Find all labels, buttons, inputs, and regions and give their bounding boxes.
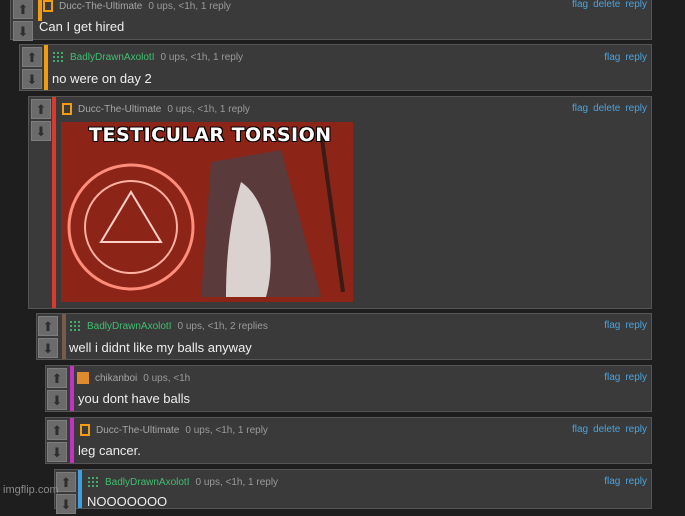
downvote-icon[interactable]: ⬇ [47, 442, 67, 462]
reply-link[interactable]: reply [625, 424, 647, 435]
delete-link[interactable]: delete [593, 0, 620, 10]
username[interactable]: Ducc-The-Ultimate [96, 425, 179, 436]
avatar-icon [80, 424, 90, 436]
comment-meta: 0 ups, <1h, 1 reply [160, 51, 244, 63]
username[interactable]: BadlyDrawnAxolotI [105, 477, 189, 488]
thread-bar [52, 97, 56, 308]
thread-bar [70, 418, 74, 463]
username[interactable]: BadlyDrawnAxolotI [87, 321, 171, 332]
comment-4: ⬆ ⬇ BadlyDrawnAxolotI 0 ups, <1h, 2 repl… [36, 313, 652, 360]
downvote-icon[interactable]: ⬇ [31, 121, 51, 141]
pixel-avatar-icon [77, 372, 89, 384]
flag-link[interactable]: flag [572, 103, 588, 114]
reply-link[interactable]: reply [625, 320, 647, 331]
reply-link[interactable]: reply [625, 476, 647, 487]
flag-link[interactable]: flag [572, 0, 588, 10]
comment-text: no were on day 2 [52, 71, 152, 86]
reply-link[interactable]: reply [625, 52, 647, 63]
upvote-icon[interactable]: ⬆ [13, 0, 33, 19]
thread-bar [44, 45, 48, 90]
flag-link[interactable]: flag [604, 320, 620, 331]
upvote-icon[interactable]: ⬆ [56, 472, 76, 492]
comment-text: Can I get hired [39, 19, 125, 34]
comment-meta: 0 ups, <1h, 1 reply [195, 476, 279, 488]
imgflip-watermark: imgflip.com [3, 484, 59, 496]
comment-meta: 0 ups, <1h, 1 reply [185, 424, 268, 436]
comment-text: NOOOOOOO [87, 494, 168, 509]
comment-3: ⬆ ⬇ Ducc-The-Ultimate 0 ups, <1h, 1 repl… [28, 96, 652, 309]
comment-6: ⬆ ⬇ Ducc-The-Ultimate 0 ups, <1h, 1 repl… [45, 417, 652, 464]
flag-link[interactable]: flag [572, 424, 588, 435]
thread-bar [78, 470, 82, 508]
upvote-icon[interactable]: ⬆ [38, 316, 58, 336]
thread-bar [62, 314, 66, 359]
avatar-icon [43, 0, 53, 12]
comment-2: ⬆ ⬇ BadlyDrawnAxolotI 0 ups, <1h, 1 repl… [19, 44, 652, 91]
delete-link[interactable]: delete [593, 103, 620, 114]
reply-link[interactable]: reply [625, 372, 647, 383]
username[interactable]: BadlyDrawnAxolotI [70, 52, 154, 63]
downvote-icon[interactable]: ⬇ [13, 21, 33, 41]
comment-text: leg cancer. [78, 443, 141, 458]
downvote-icon[interactable]: ⬇ [38, 338, 58, 358]
thread-bar [38, 0, 42, 21]
upvote-icon[interactable]: ⬆ [47, 368, 67, 388]
downvote-icon[interactable]: ⬇ [22, 69, 42, 89]
wizard-meme-art [61, 122, 353, 302]
meme-caption: TESTICULAR TORSION [89, 124, 332, 146]
flag-link[interactable]: flag [604, 372, 620, 383]
reply-link[interactable]: reply [625, 103, 647, 114]
axolotl-avatar-icon [87, 476, 99, 488]
thread-bar [70, 366, 74, 411]
downvote-icon[interactable]: ⬇ [56, 494, 76, 514]
comment-7: ⬆ ⬇ BadlyDrawnAxolotI 0 ups, <1h, 1 repl… [54, 469, 652, 514]
meme-image[interactable]: TESTICULAR TORSION [61, 122, 353, 302]
flag-link[interactable]: flag [604, 476, 620, 487]
flag-link[interactable]: flag [604, 52, 620, 63]
downvote-icon[interactable]: ⬇ [47, 390, 67, 410]
upvote-icon[interactable]: ⬆ [31, 99, 51, 119]
comment-meta: 0 ups, <1h [143, 372, 191, 384]
delete-link[interactable]: delete [593, 424, 620, 435]
username[interactable]: Ducc-The-Ultimate [59, 1, 142, 12]
username[interactable]: Ducc-The-Ultimate [78, 104, 161, 115]
avatar-icon [62, 103, 72, 115]
reply-link[interactable]: reply [625, 0, 647, 10]
comment-text: well i didnt like my balls anyway [69, 340, 252, 355]
comment-1: ⬆ ⬇ Ducc-The-Ultimate 0 ups, <1h, 1 repl… [10, 0, 652, 41]
axolotl-avatar-icon [52, 51, 64, 63]
comment-5: ⬆ ⬇ chikanboi 0 ups, <1h flag reply you … [45, 365, 652, 412]
comment-text: you dont have balls [78, 391, 191, 406]
comment-meta: 0 ups, <1h, 1 reply [167, 103, 250, 115]
axolotl-avatar-icon [69, 320, 81, 332]
comment-meta: 0 ups, <1h, 2 replies [177, 320, 268, 332]
username[interactable]: chikanboi [95, 373, 137, 384]
upvote-icon[interactable]: ⬆ [47, 420, 67, 440]
upvote-icon[interactable]: ⬆ [22, 47, 42, 67]
comment-meta: 0 ups, <1h, 1 reply [148, 0, 231, 12]
